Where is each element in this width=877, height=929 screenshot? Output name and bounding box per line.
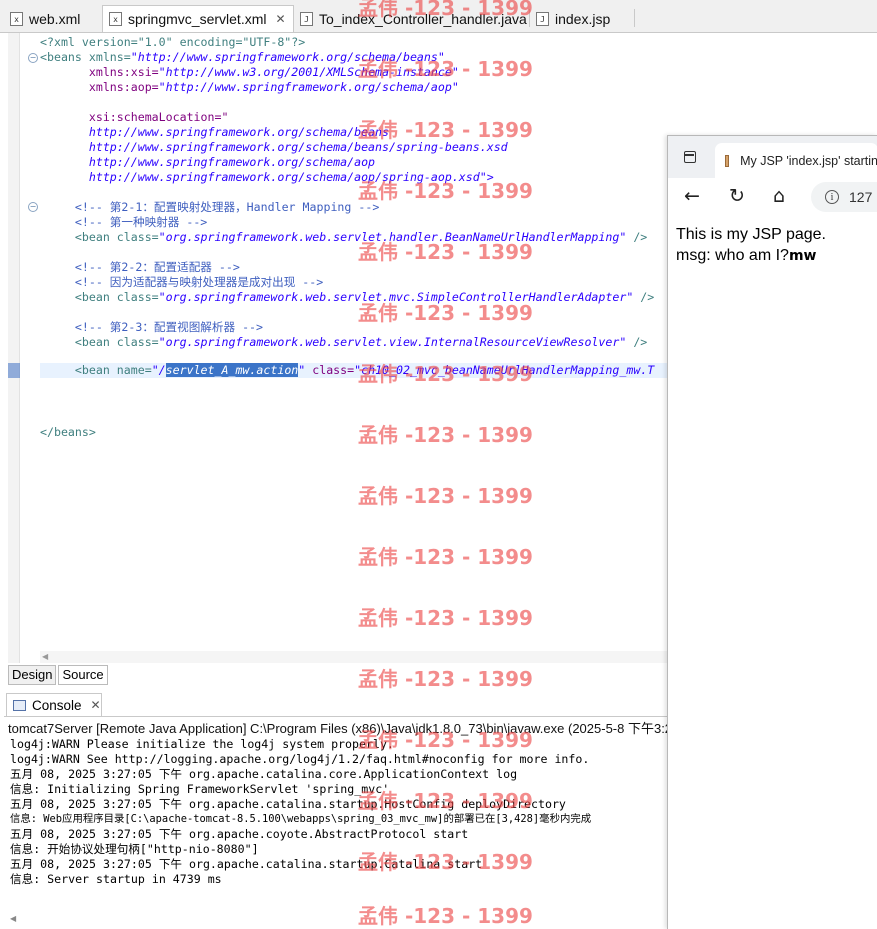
tab-springmvc-servlet-xml[interactable]: x springmvc_servlet.xml ✕: [102, 5, 294, 32]
code-line: http://www.springframework.org/schema/be…: [40, 140, 508, 154]
code-line-current: <bean name="/servlet_A_mw.action" class=…: [40, 363, 655, 377]
close-icon[interactable]: ✕: [91, 698, 101, 712]
jsp-file-icon: J: [536, 11, 549, 26]
code-comment: <!-- 第2-2：配置适配器 -->: [40, 260, 240, 274]
page-content: This is my JSP page. msg: who am I?mw: [676, 224, 826, 267]
code-line: http://www.springframework.org/schema/ao…: [40, 170, 494, 184]
code-line: http://www.springframework.org/schema/be…: [40, 125, 390, 139]
code-line: <bean class="org.springframework.web.ser…: [40, 230, 648, 244]
browser-toolbar: ← ↻ ⌂ i 127: [668, 178, 877, 216]
console-line: log4j:WARN See http://logging.apache.org…: [10, 752, 590, 766]
fold-collapse-icon[interactable]: −: [28, 202, 38, 212]
code-line: http://www.springframework.org/schema/ao…: [40, 155, 376, 169]
home-icon[interactable]: ⌂: [773, 185, 785, 207]
console-line: 信息: 开始协议处理句柄["http-nio-8080"]: [10, 842, 259, 856]
code-comment: <!-- 第一种映射器 -->: [40, 215, 208, 229]
console-icon: [13, 699, 26, 711]
code-line: xmlns:xsi="http://www.w3.org/2001/XMLSch…: [40, 65, 459, 79]
selection-gutter-marker: [8, 363, 20, 378]
scroll-left-icon[interactable]: ◀: [10, 914, 16, 923]
console-process-header: tomcat7Server [Remote Java Application] …: [8, 721, 673, 736]
watermark-text: 孟伟 -123 - 1399: [358, 904, 533, 928]
console-line: 信息: Server startup in 4739 ms: [10, 872, 222, 886]
editor-horizontal-scrollbar[interactable]: [40, 651, 667, 663]
tab-source[interactable]: Source: [58, 665, 108, 685]
watermark-text: 孟伟 -123 - 1399: [358, 667, 533, 691]
tab-web-xml[interactable]: x web.xml: [4, 6, 102, 31]
console-line: log4j:WARN Please initialize the log4j s…: [10, 737, 394, 751]
tab-design[interactable]: Design: [8, 665, 57, 685]
browser-tab-title: My JSP 'index.jsp' startin: [740, 153, 877, 168]
address-bar[interactable]: i 127: [811, 182, 877, 212]
tab-label: index.jsp: [555, 10, 611, 27]
java-file-icon: J: [300, 11, 313, 26]
page-text-line: msg: who am I?mw: [676, 245, 826, 267]
msg-suffix: mw: [788, 248, 817, 264]
browser-window: My JSP 'index.jsp' startin ← ↻ ⌂ i 127 T…: [667, 135, 877, 929]
code-comment: <!-- 因为适配器与映射处理器是成对出现 -->: [40, 275, 324, 289]
tab-divider: [634, 9, 635, 27]
msg-text: msg: who am I?: [676, 247, 789, 264]
selected-text[interactable]: servlet_A_mw.action: [165, 363, 299, 377]
console-line: 五月 08, 2025 3:27:05 下午 org.apache.catali…: [10, 857, 483, 871]
refresh-icon[interactable]: ↻: [729, 185, 745, 207]
code-line: xmlns:aop="http://www.springframework.or…: [40, 80, 459, 94]
tab-to-index-controller-handler-java[interactable]: J To_index_Controller_handler.java: [294, 6, 529, 31]
browser-tab[interactable]: My JSP 'index.jsp' startin: [715, 143, 877, 178]
browser-tab-strip: My JSP 'index.jsp' startin: [668, 136, 877, 178]
close-icon[interactable]: ✕: [275, 12, 285, 26]
page-favicon-icon: [725, 154, 730, 167]
code-line: </beans>: [40, 425, 96, 439]
back-arrow-icon[interactable]: ←: [684, 185, 700, 207]
tab-label: springmvc_servlet.xml: [128, 11, 267, 27]
console-tab-label: Console: [32, 697, 82, 713]
address-text: 127: [849, 189, 873, 205]
editor-gutter: [8, 33, 20, 663]
console-line: 五月 08, 2025 3:27:05 下午 org.apache.coyote…: [10, 827, 469, 841]
console-line: 五月 08, 2025 3:27:05 下午 org.apache.catali…: [10, 767, 518, 781]
code-line: <beans xmlns="http://www.springframework…: [40, 50, 445, 64]
editor-tab-bar: x web.xml x springmvc_servlet.xml ✕ J To…: [0, 0, 877, 33]
tab-label: web.xml: [29, 10, 81, 27]
scroll-left-icon[interactable]: ◀: [42, 652, 48, 661]
code-comment: <!-- 第2-1：配置映射处理器，Handler Mapping -->: [40, 200, 380, 214]
code-line: <bean class="org.springframework.web.ser…: [40, 290, 655, 304]
info-icon[interactable]: i: [825, 190, 839, 204]
fold-collapse-icon[interactable]: −: [28, 53, 38, 63]
tab-index-jsp[interactable]: J index.jsp: [530, 6, 634, 31]
page-text-line: This is my JSP page.: [676, 226, 826, 243]
code-comment: <!-- 第2-3：配置视图解析器 -->: [40, 320, 264, 334]
console-line: 信息: Initializing Spring FrameworkServlet…: [10, 782, 390, 796]
xml-source-editor[interactable]: − − <?xml version="1.0" encoding="UTF-8"…: [0, 33, 667, 663]
code-line: xsi:schemaLocation=": [40, 110, 229, 124]
console-line: 信息: Web应用程序目录[C:\apache-tomcat-8.5.100\w…: [10, 813, 592, 825]
xml-file-icon: x: [10, 11, 23, 26]
code-line: <bean class="org.springframework.web.ser…: [40, 335, 648, 349]
console-tab-bar: Console ✕: [4, 692, 667, 717]
editor-mode-tabs: Design Source: [8, 665, 110, 685]
tab-console[interactable]: Console ✕: [6, 693, 102, 716]
xml-file-icon: x: [109, 12, 122, 26]
code-line: <?xml version="1.0" encoding="UTF-8"?>: [40, 35, 306, 49]
console-line: 五月 08, 2025 3:27:05 下午 org.apache.catali…: [10, 797, 566, 811]
tab-actions-icon[interactable]: [684, 151, 696, 163]
tab-label: To_index_Controller_handler.java: [319, 10, 527, 27]
